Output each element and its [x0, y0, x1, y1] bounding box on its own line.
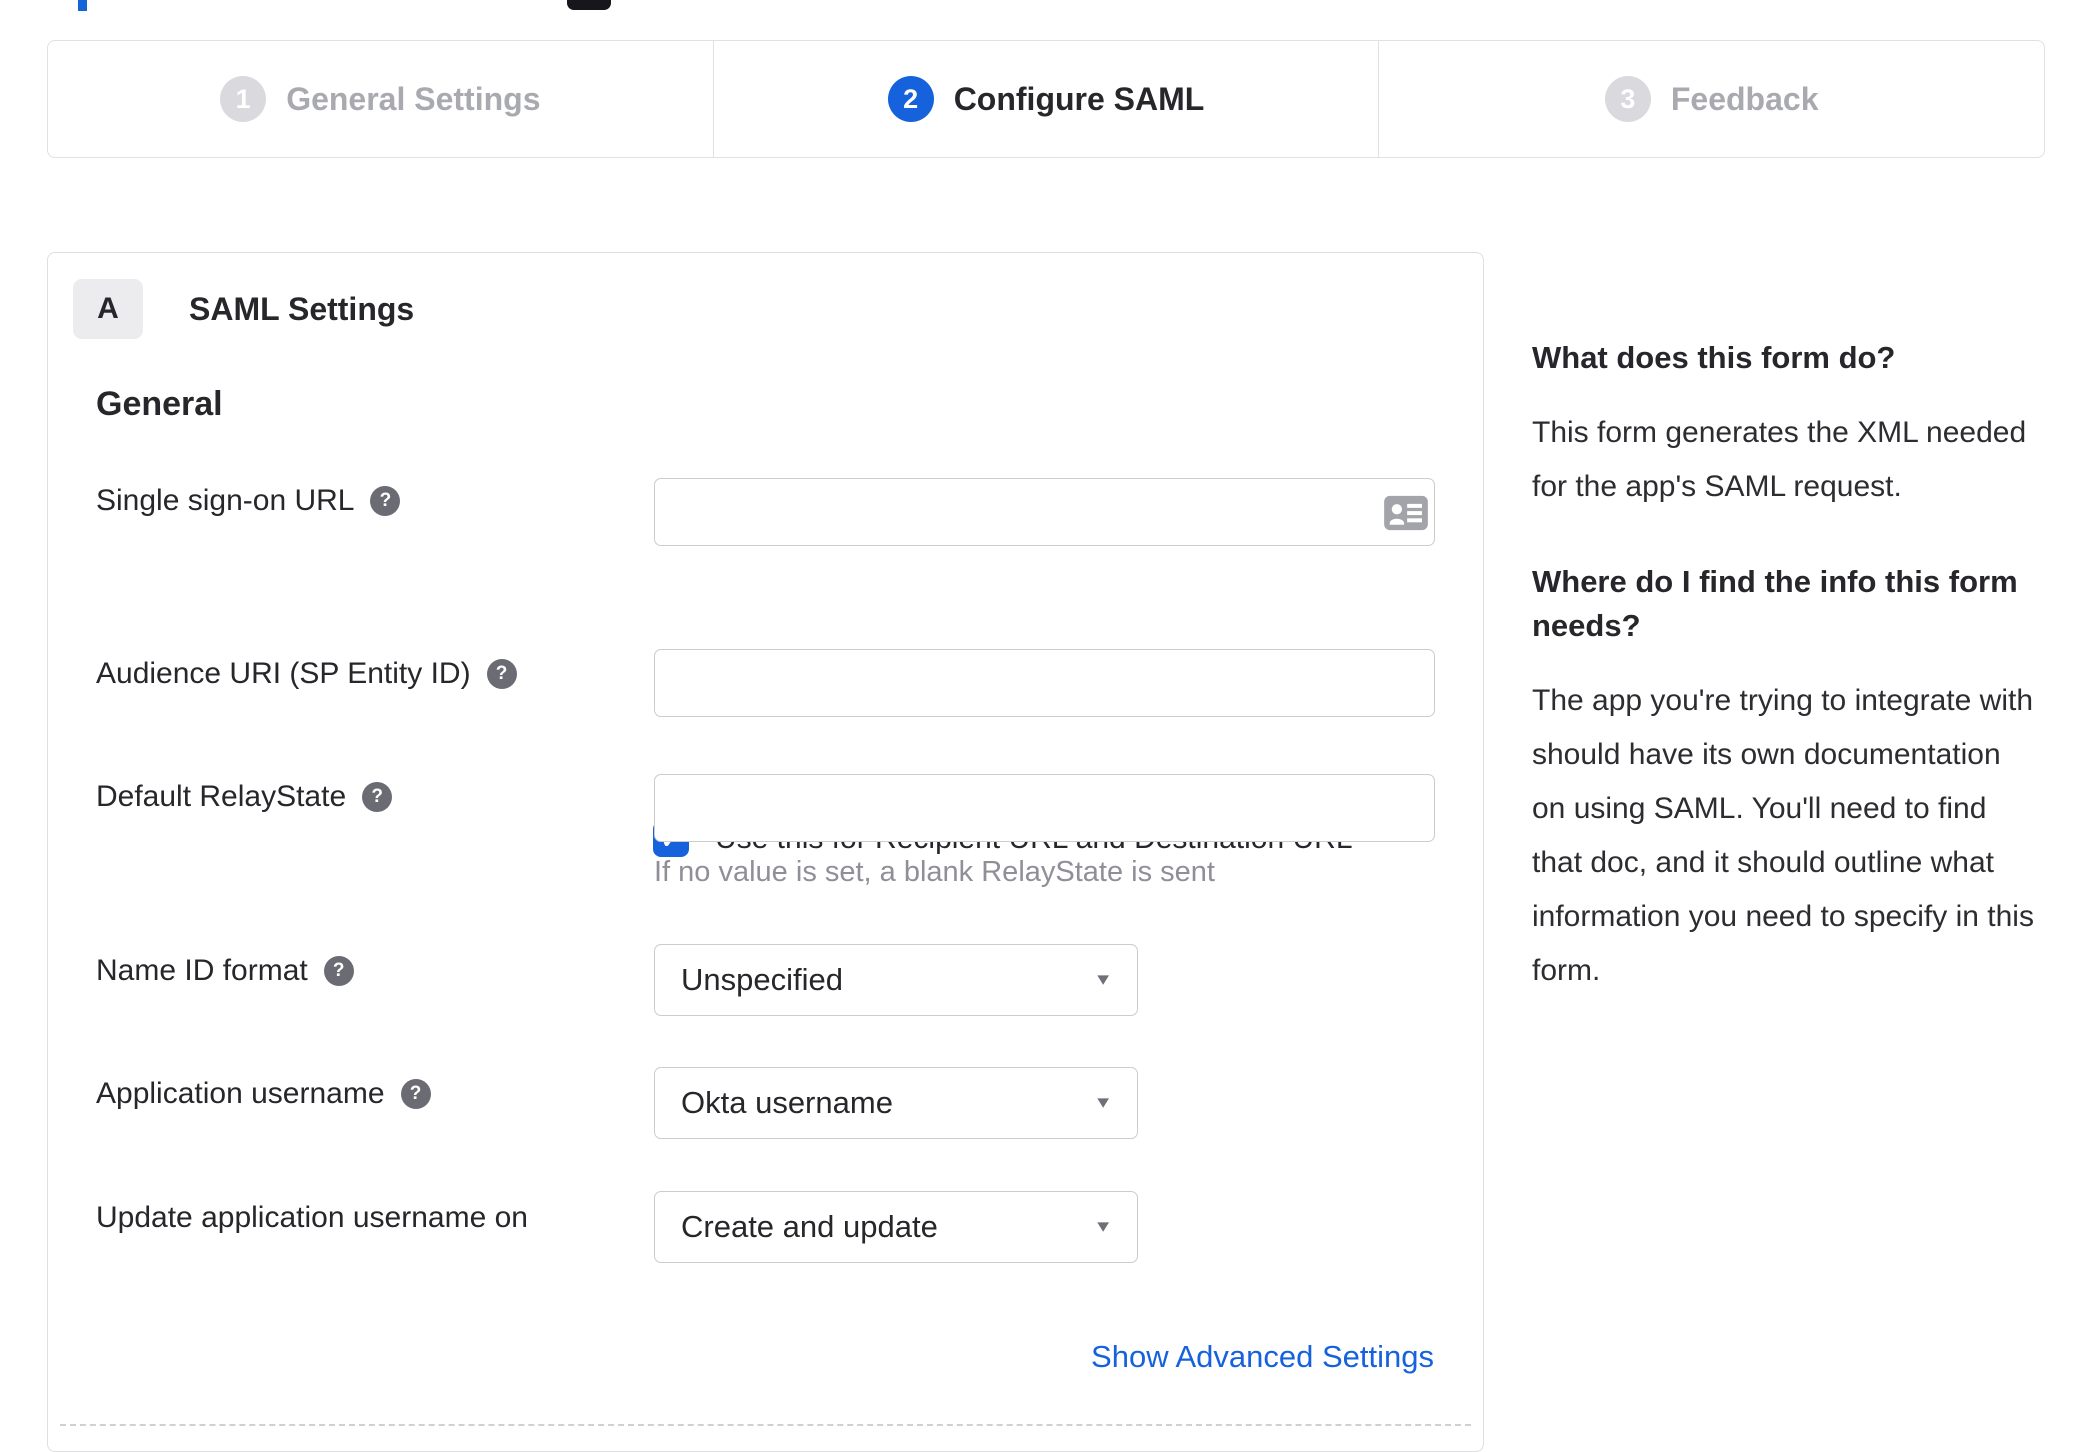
update-username-value: Create and update — [681, 1209, 938, 1244]
chevron-down-icon: ▼ — [1093, 1217, 1113, 1236]
name-id-format-value: Unspecified — [681, 962, 843, 997]
help-heading-where: Where do I find the info this form needs… — [1532, 564, 2018, 643]
help-heading-what: What does this form do? — [1532, 340, 1896, 375]
sso-url-label: Single sign-on URL — [96, 484, 355, 517]
audience-uri-label-row: Audience URI (SP Entity ID) ? — [96, 657, 517, 691]
sso-url-input[interactable] — [654, 478, 1435, 546]
section-letter-badge: A — [73, 279, 143, 339]
step-2-number-badge: 2 — [887, 76, 934, 122]
relay-state-label-row: Default RelayState ? — [96, 780, 393, 814]
cropped-title-fragment — [78, 0, 87, 11]
chevron-down-icon: ▼ — [1093, 970, 1113, 989]
cropped-logo-fragment — [567, 0, 611, 10]
app-username-select[interactable]: Okta username ▼ — [654, 1067, 1138, 1139]
contact-card-icon — [1384, 495, 1428, 531]
relay-state-help-icon[interactable]: ? — [362, 782, 393, 812]
sso-url-help-icon[interactable]: ? — [370, 486, 401, 516]
update-username-label-row: Update application username on — [96, 1201, 528, 1235]
step-1-number-badge: 1 — [220, 76, 267, 122]
show-advanced-settings-link[interactable]: Show Advanced Settings — [1091, 1339, 1434, 1375]
name-id-format-select[interactable]: Unspecified ▼ — [654, 944, 1138, 1016]
step-feedback[interactable]: 3 Feedback — [1378, 41, 2044, 157]
relay-state-label: Default RelayState — [96, 780, 347, 813]
relay-state-hint: If no value is set, a blank RelayState i… — [654, 856, 1215, 888]
step-1-label: General Settings — [286, 80, 541, 117]
name-id-format-help-icon[interactable]: ? — [323, 956, 354, 986]
help-body-where: The app you're trying to integrate with … — [1532, 684, 2034, 987]
name-id-format-label: Name ID format — [96, 954, 308, 987]
step-3-number-badge: 3 — [1604, 76, 1651, 122]
audience-uri-input[interactable] — [654, 649, 1435, 717]
audience-uri-help-icon[interactable]: ? — [486, 659, 517, 689]
step-3-label: Feedback — [1670, 80, 1819, 117]
section-title: SAML Settings — [189, 290, 415, 327]
app-username-value: Okta username — [681, 1085, 893, 1120]
help-body-what: This form generates the XML needed for t… — [1532, 416, 2027, 503]
update-username-select[interactable]: Create and update ▼ — [654, 1191, 1138, 1263]
step-2-label: Configure SAML — [953, 80, 1205, 117]
app-username-help-icon[interactable]: ? — [400, 1079, 431, 1109]
group-title-general: General — [96, 385, 223, 423]
step-configure-saml[interactable]: 2 Configure SAML — [712, 41, 1379, 157]
app-username-label: Application username — [96, 1077, 385, 1110]
help-sidebar: What does this form do? This form genera… — [1532, 336, 2037, 1044]
panel-header: A SAML Settings — [73, 279, 414, 339]
name-id-format-label-row: Name ID format ? — [96, 954, 354, 988]
update-username-label: Update application username on — [96, 1201, 528, 1234]
audience-uri-label: Audience URI (SP Entity ID) — [96, 657, 471, 690]
app-username-label-row: Application username ? — [96, 1077, 431, 1111]
wizard-stepper: 1 General Settings 2 Configure SAML 3 Fe… — [47, 40, 2045, 158]
chevron-down-icon: ▼ — [1093, 1093, 1113, 1112]
sso-url-label-row: Single sign-on URL ? — [96, 484, 401, 518]
saml-settings-panel: A SAML Settings General Single sign-on U… — [47, 252, 1484, 1452]
step-general-settings[interactable]: 1 General Settings — [48, 41, 713, 157]
relay-state-input[interactable] — [654, 774, 1435, 842]
